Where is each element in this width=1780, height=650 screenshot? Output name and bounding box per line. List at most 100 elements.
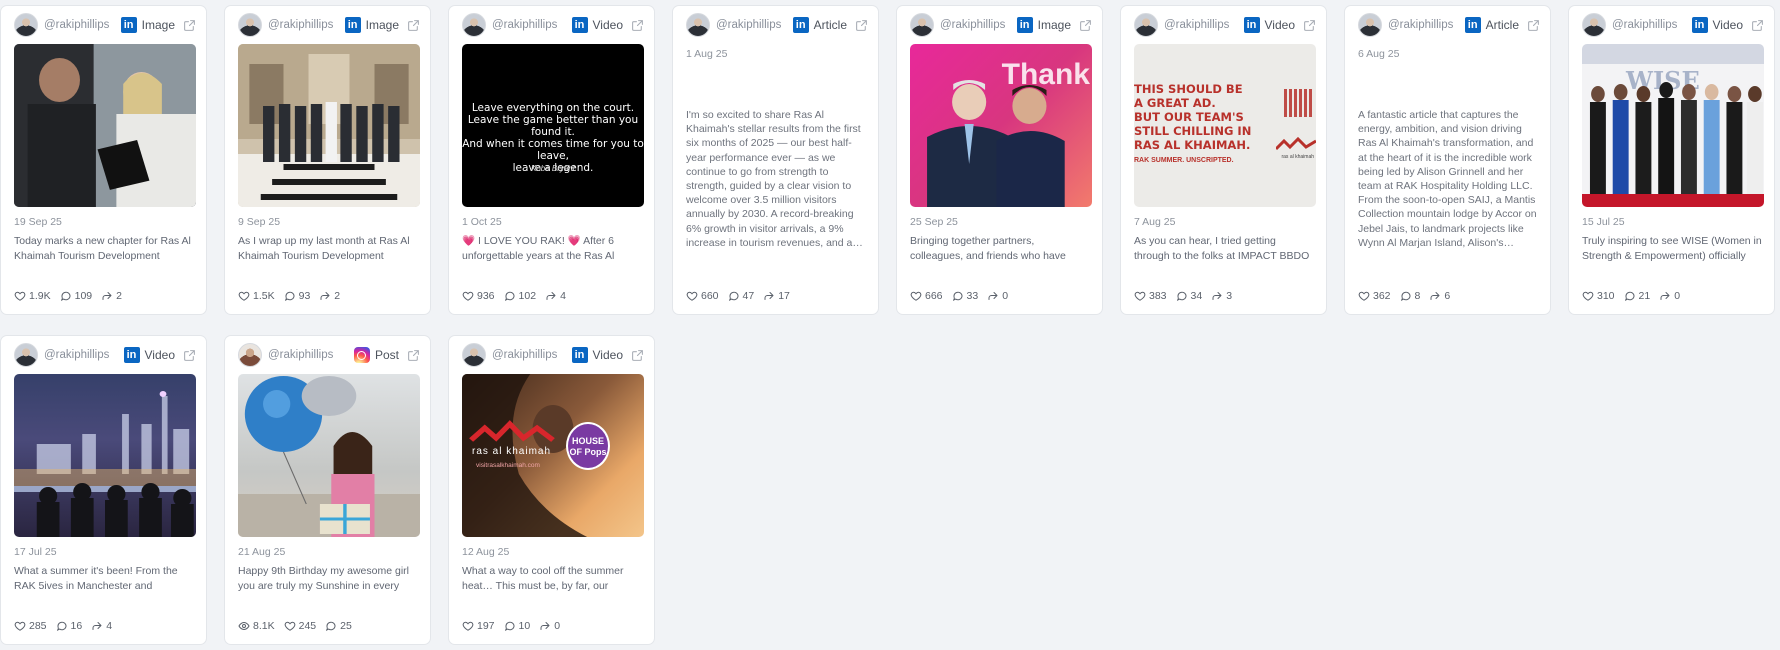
post-card[interactable]: @rakiphillips Post 21 Aug 25 Happy 9th B… — [224, 335, 431, 645]
post-caption: What a summer it's been! From the RAK 5i… — [14, 565, 178, 592]
comment-icon — [952, 290, 964, 302]
external-link-icon[interactable] — [1079, 19, 1092, 32]
post-image[interactable] — [14, 44, 196, 207]
card-header: @rakiphillips in Image — [225, 6, 430, 44]
author-handle[interactable]: @rakiphillips — [268, 349, 354, 361]
author-handle[interactable]: @rakiphillips — [492, 349, 572, 361]
comments-stat: 25 — [325, 620, 352, 632]
external-link-icon[interactable] — [407, 349, 420, 362]
post-stats: 660 47 17 — [686, 290, 790, 302]
author-handle[interactable]: @rakiphillips — [268, 19, 345, 31]
author-handle[interactable]: @rakiphillips — [716, 19, 793, 31]
author-handle[interactable]: @rakiphillips — [492, 19, 572, 31]
comment-icon — [56, 620, 68, 632]
post-card[interactable]: @rakiphillips in Video WISE 15 Jul 25 Tr… — [1568, 5, 1775, 315]
post-video-thumbnail[interactable]: THIS SHOULD BE A GREAT AD. BUT OUR TEAM'… — [1134, 44, 1316, 207]
comment-icon — [325, 620, 337, 632]
post-date: 12 Aug 25 — [462, 546, 510, 558]
posts-grid: @rakiphillips in Image 19 Sep 25 Today m… — [0, 5, 1775, 645]
ad-headline: THIS SHOULD BE A GREAT AD. BUT OUR TEAM'… — [1134, 82, 1252, 152]
linkedin-icon: in — [123, 347, 140, 363]
avatar — [1358, 13, 1382, 37]
author-handle[interactable]: @rakiphillips — [1388, 19, 1465, 31]
post-type: Article — [1485, 18, 1519, 32]
card-header: @rakiphillips in Image — [897, 6, 1102, 44]
card-header: @rakiphillips in Video — [1569, 6, 1774, 44]
likes-stat: 383 — [1134, 290, 1167, 302]
post-image[interactable] — [238, 44, 420, 207]
avatar — [462, 13, 486, 37]
shares-stat: 4 — [545, 290, 566, 302]
instagram-icon — [353, 347, 370, 363]
external-link-icon[interactable] — [183, 19, 196, 32]
external-link-icon[interactable] — [855, 19, 868, 32]
post-caption: Today marks a new chapter for Ras Al Kha… — [14, 235, 191, 262]
external-link-icon[interactable] — [407, 19, 420, 32]
shares-stat: 2 — [101, 290, 122, 302]
linkedin-icon: in — [1691, 17, 1708, 33]
external-link-icon[interactable] — [183, 349, 196, 362]
comments-stat: 10 — [504, 620, 530, 632]
comments-stat: 33 — [952, 290, 978, 302]
share-icon — [91, 620, 103, 632]
likes-stat: 666 — [910, 290, 943, 302]
external-link-icon[interactable] — [1751, 19, 1764, 32]
external-link-icon[interactable] — [1303, 19, 1316, 32]
post-card[interactable]: @rakiphillips in Article 6 Aug 25 A fant… — [1344, 5, 1551, 315]
post-date: 9 Sep 25 — [238, 216, 281, 228]
post-type: Article — [813, 18, 847, 32]
avatar — [686, 13, 710, 37]
post-card[interactable]: @rakiphillips in Video 17 Jul 25 What a … — [0, 335, 207, 645]
comment-icon — [1400, 290, 1412, 302]
post-card[interactable]: @rakiphillips in Image Thank 25 Sep 25 B… — [896, 5, 1103, 315]
external-link-icon[interactable] — [631, 349, 644, 362]
post-caption: Bringing together partners, colleagues, … — [910, 235, 1066, 262]
comment-icon — [1176, 290, 1188, 302]
post-card[interactable]: @rakiphillips in Image 19 Sep 25 Today m… — [0, 5, 207, 315]
post-stats: 197 10 0 — [462, 620, 560, 632]
comment-icon — [284, 290, 296, 302]
post-type: Post — [374, 348, 399, 362]
comment-icon — [504, 290, 516, 302]
card-header: @rakiphillips in Image — [1, 6, 206, 44]
post-type: Video — [1264, 18, 1295, 32]
post-card[interactable]: @rakiphillips in Article 1 Aug 25 I'm so… — [672, 5, 879, 315]
post-card[interactable]: @rakiphillips in Video ras al khaimah vi… — [448, 335, 655, 645]
post-card[interactable]: @rakiphillips in Image 9 Sep 25 As I wra… — [224, 5, 431, 315]
author-handle[interactable]: @rakiphillips — [44, 349, 124, 361]
author-handle[interactable]: @rakiphillips — [1164, 19, 1244, 31]
author-handle[interactable]: @rakiphillips — [940, 19, 1017, 31]
external-link-icon[interactable] — [1527, 19, 1540, 32]
post-video-thumbnail[interactable]: ras al khaimah visitrasalkhaimah.com HOU… — [462, 374, 644, 537]
shares-stat: 3 — [1211, 290, 1232, 302]
post-card[interactable]: @rakiphillips in Video Leave everything … — [448, 5, 655, 315]
linkedin-icon: in — [571, 347, 588, 363]
heart-icon — [1582, 290, 1594, 302]
post-video-thumbnail[interactable] — [14, 374, 196, 537]
post-video-thumbnail[interactable]: Leave everything on the court. Leave the… — [462, 44, 644, 207]
post-stats: 310 21 0 — [1582, 290, 1680, 302]
author-handle[interactable]: @rakiphillips — [1612, 19, 1692, 31]
post-image[interactable]: Thank — [910, 44, 1092, 207]
post-stats: 1.9K 109 2 — [14, 290, 122, 302]
share-icon — [1211, 290, 1223, 302]
post-date: 7 Aug 25 — [1134, 216, 1176, 228]
likes-stat: 1.5K — [238, 290, 275, 302]
post-date: 17 Jul 25 — [14, 546, 57, 558]
card-header: @rakiphillips in Video — [1121, 6, 1326, 44]
post-image[interactable] — [238, 374, 420, 537]
heart-icon — [14, 620, 26, 632]
card-header: @rakiphillips in Article — [1345, 6, 1550, 44]
avatar — [14, 13, 38, 37]
quote-signature: Kobe Bryant — [530, 164, 576, 173]
post-caption: As you can hear, I tried getting through… — [1134, 235, 1310, 262]
author-handle[interactable]: @rakiphillips — [44, 19, 121, 31]
shares-stat: 6 — [1429, 290, 1450, 302]
house-of-pops-badge: HOUSE OF Pops — [566, 422, 610, 470]
post-video-thumbnail[interactable]: WISE — [1582, 44, 1764, 207]
linkedin-icon: in — [120, 17, 137, 33]
avatar — [1582, 13, 1606, 37]
external-link-icon[interactable] — [631, 19, 644, 32]
post-card[interactable]: @rakiphillips in Video THIS SHOULD BE A … — [1120, 5, 1327, 315]
post-stats: 285 16 4 — [14, 620, 112, 632]
